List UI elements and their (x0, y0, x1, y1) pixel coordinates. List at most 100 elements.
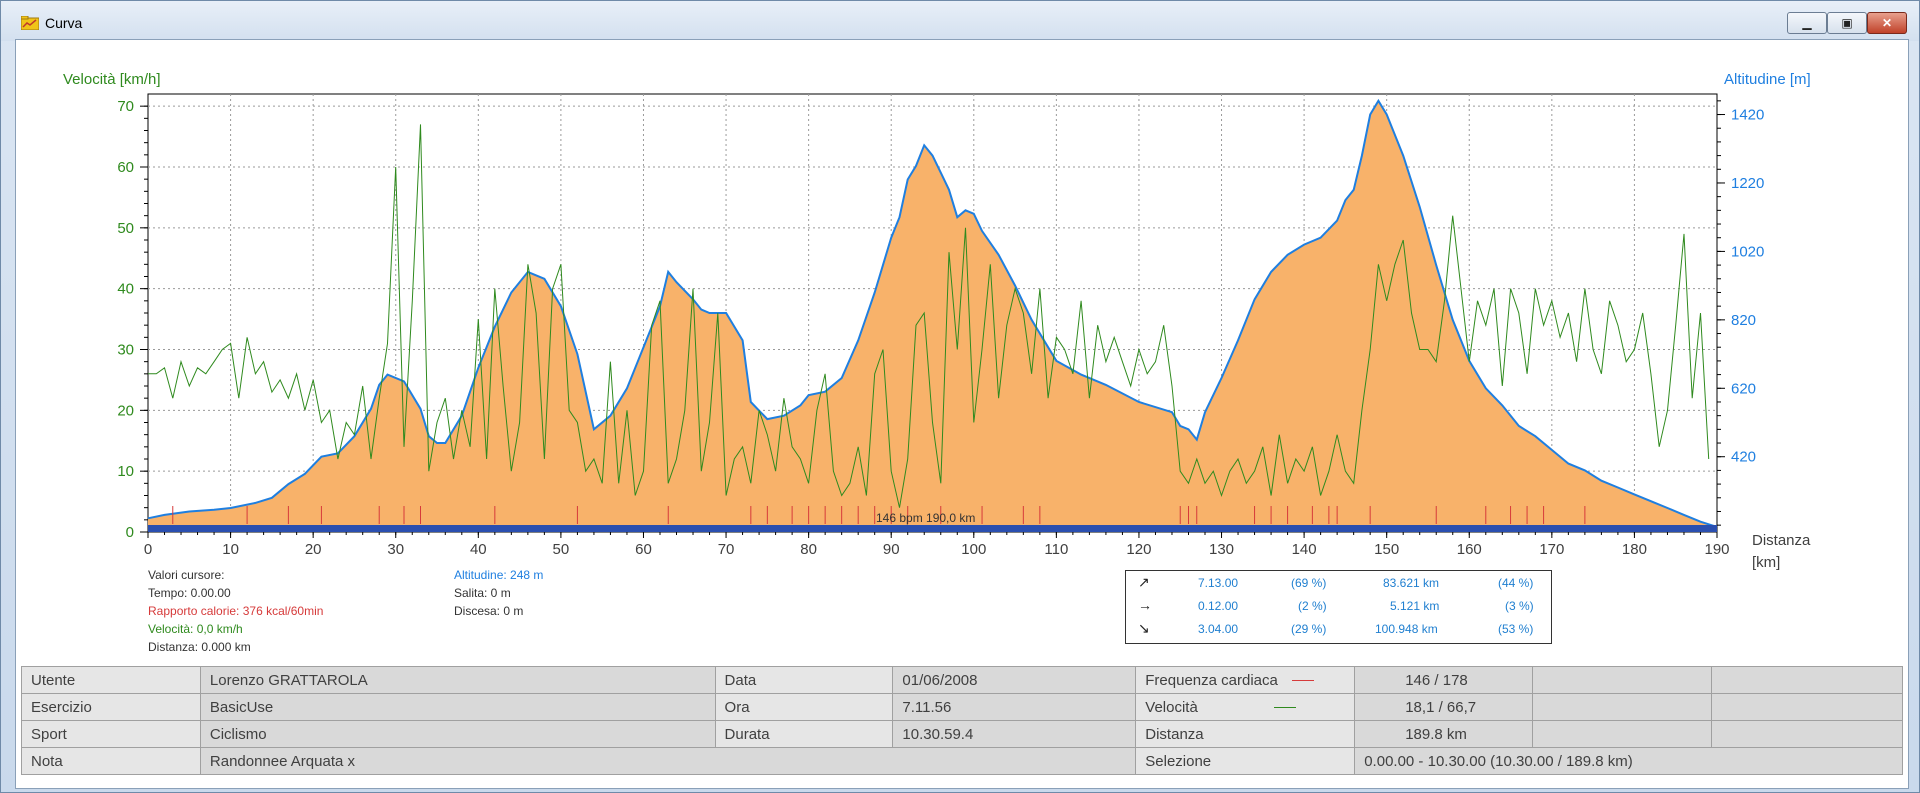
summary-row-descent: ↘ 3.04.00 (29 %) 100.948 km (53 %) (1126, 619, 1551, 641)
left-tick-label: 10 (117, 463, 134, 480)
left-tick-label: 70 (117, 98, 134, 115)
summary-time-pct: (29 %) (1291, 622, 1327, 636)
summary-row-climb: ↗ 7.13.00 (69 %) 83.621 km (44 %) (1126, 573, 1551, 595)
cursor-altitude-panel: Altitudine: 248 m Salita: 0 m Discesa: 0… (454, 566, 543, 620)
left-axis-label: Velocità [km/h] (63, 71, 161, 88)
date-value: 01/06/2008 (892, 666, 1137, 694)
summary-time-pct: (69 %) (1291, 576, 1327, 590)
distance-value: 189.8 km (1354, 720, 1534, 748)
summary-time: 7.13.00 (1198, 576, 1239, 590)
right-tick-label: 420 (1731, 449, 1756, 466)
sport-value: Ciclismo (199, 720, 716, 748)
x-tick-label: 150 (1374, 541, 1399, 558)
cursor-time: Tempo: 0.00.00 (148, 586, 231, 600)
selection-label: Selezione (1135, 747, 1356, 775)
date-label: Data (714, 666, 894, 694)
heart-rate-value: 146 / 178 (1354, 666, 1534, 694)
x-tick-label: 120 (1126, 541, 1151, 558)
summary-distance-pct: (44 %) (1498, 576, 1534, 590)
right-tick-label: 1220 (1731, 175, 1764, 192)
cursor-distance: Distanza: 0.000 km (148, 640, 251, 654)
speed-legend-line (1273, 707, 1296, 709)
x-tick-label: 110 (1044, 541, 1068, 558)
maximize-button[interactable]: ▣ (1827, 12, 1867, 34)
folder-chart-icon (21, 16, 39, 30)
time-label: Ora (714, 693, 894, 721)
x-tick-label: 60 (635, 541, 652, 558)
user-value: Lorenzo GRATTAROLA (199, 666, 716, 694)
x-tick-label: 20 (305, 541, 322, 558)
session-info-table: Utente Lorenzo GRATTAROLA Data 01/06/200… (21, 666, 1903, 775)
left-tick-label: 40 (117, 281, 134, 298)
restore-icon: ▣ (1841, 16, 1853, 30)
empty-cell (1711, 720, 1903, 748)
table-row: Esercizio BasicUse Ora 7.11.56 Velocità … (21, 693, 1903, 721)
x-tick-label: 130 (1209, 541, 1234, 558)
empty-cell (1711, 666, 1903, 694)
cursor-climb: Salita: 0 m (454, 586, 511, 600)
x-tick-label: 80 (800, 541, 817, 558)
x-tick-label: 0 (144, 541, 152, 558)
sport-label: Sport (21, 720, 201, 748)
title-bar[interactable]: Curva ▁ ▣ ✕ (1, 1, 1919, 41)
minimize-icon: ▁ (1802, 16, 1812, 30)
summary-time-pct: (2 %) (1298, 599, 1327, 613)
arrow-right-icon: → (1138, 597, 1152, 613)
left-tick-label: 0 (126, 524, 134, 541)
empty-cell (1711, 693, 1903, 721)
x-tick-label: 70 (718, 541, 735, 558)
progress-bar[interactable] (148, 525, 1717, 532)
left-tick-label: 60 (117, 159, 134, 176)
note-label: Nota (21, 747, 201, 775)
altitude-speed-chart[interactable]: 0 10 20 30 40 50 60 70 80 90 100 110 120 130 140 150 160… (16, 40, 1908, 570)
right-tick-label: 820 (1731, 312, 1756, 329)
cursor-heading: Valori cursore: (148, 568, 225, 582)
cursor-values-panel: Valori cursore: Tempo: 0.00.00 Rapporto … (148, 566, 323, 656)
left-tick-label: 20 (117, 402, 134, 419)
summary-row-flat: → 0.12.00 (2 %) 5.121 km (3 %) (1126, 596, 1551, 618)
speed-label: Velocità (1135, 693, 1356, 721)
x-tick-label: 160 (1457, 541, 1482, 558)
cursor-altitude: Altitudine: 248 m (454, 568, 544, 582)
empty-cell (1532, 720, 1713, 748)
duration-value: 10.30.59.4 (892, 720, 1137, 748)
exercise-label: Esercizio (21, 693, 201, 721)
table-row: Sport Ciclismo Durata 10.30.59.4 Distanz… (21, 720, 1903, 748)
summary-distance: 5.121 km (1390, 599, 1440, 613)
distance-label: Distanza (1135, 720, 1356, 748)
arrow-up-right-icon: ↗ (1138, 574, 1150, 590)
left-tick-label: 50 (117, 220, 134, 237)
marker-label: 146 bpm 190,0 km (876, 511, 975, 525)
x-tick-label: 180 (1622, 541, 1647, 558)
x-tick-label: 100 (961, 541, 986, 558)
cursor-descent: Discesa: 0 m (454, 604, 524, 618)
duration-label: Durata (714, 720, 894, 748)
window-title: Curva (45, 15, 83, 31)
right-tick-label: 1020 (1731, 243, 1764, 260)
x-tick-label: 140 (1292, 541, 1317, 558)
minimize-button[interactable]: ▁ (1787, 12, 1827, 34)
summary-distance-pct: (3 %) (1505, 599, 1534, 613)
x-axis-label: Distanza (1752, 532, 1811, 549)
user-label: Utente (21, 666, 201, 694)
heart-rate-label: Frequenza cardiaca (1135, 666, 1356, 694)
arrow-down-right-icon: ↘ (1138, 620, 1150, 636)
curva-window: Curva ▁ ▣ ✕ 0 10 20 30 40 50 60 70 80 90 100 110 120… (0, 0, 1920, 793)
x-tick-label: 50 (553, 541, 570, 558)
right-axis-label: Altitudine [m] (1724, 71, 1811, 88)
cursor-speed: Velocità: 0,0 km/h (148, 622, 243, 636)
summary-distance: 83.621 km (1383, 576, 1440, 590)
summary-time: 3.04.00 (1198, 622, 1239, 636)
summary-distance-pct: (53 %) (1498, 622, 1534, 636)
cursor-calories: Rapporto calorie: 376 kcal/60min (148, 604, 324, 618)
left-tick-label: 30 (117, 342, 134, 359)
selection-value[interactable]: 0.00.00 - 10.30.00 (10.30.00 / 189.8 km) (1354, 747, 1903, 775)
time-value: 7.11.56 (892, 693, 1137, 721)
table-row: Utente Lorenzo GRATTAROLA Data 01/06/200… (21, 666, 1903, 694)
close-icon: ✕ (1881, 16, 1893, 30)
x-tick-label: 30 (387, 541, 404, 558)
x-tick-label: 40 (470, 541, 487, 558)
x-tick-label: 10 (222, 541, 239, 558)
close-button[interactable]: ✕ (1867, 12, 1907, 34)
x-tick-label: 170 (1539, 541, 1564, 558)
